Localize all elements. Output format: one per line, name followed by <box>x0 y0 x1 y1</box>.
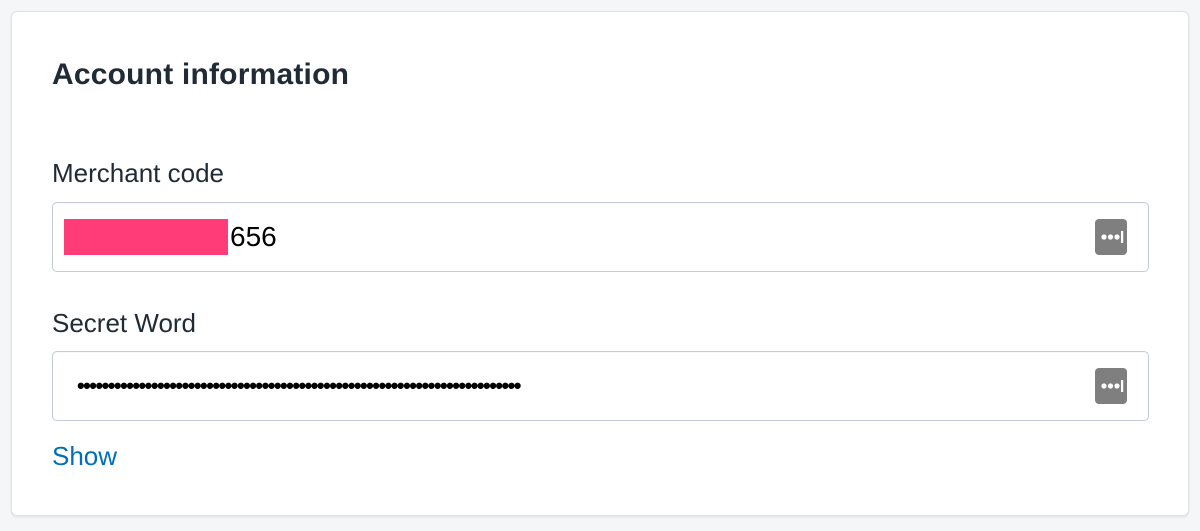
password-manager-icon[interactable] <box>1095 219 1127 255</box>
account-information-card: Account information Merchant code 656 Se… <box>11 11 1189 516</box>
card-title: Account information <box>52 58 350 91</box>
secret-word-field[interactable]: ••••••••••••••••••••••••••••••••••••••••… <box>52 351 1149 421</box>
merchant-code-value: 656 <box>230 221 277 252</box>
merchant-code-label: Merchant code <box>52 158 224 188</box>
password-manager-icon[interactable] <box>1095 368 1127 404</box>
show-secret-link[interactable]: Show <box>52 441 117 472</box>
secret-word-label: Secret Word <box>52 308 197 338</box>
redaction-block <box>64 219 228 255</box>
merchant-code-field[interactable]: 656 <box>52 202 1149 272</box>
secret-word-masked-value: ••••••••••••••••••••••••••••••••••••••••… <box>77 373 522 398</box>
